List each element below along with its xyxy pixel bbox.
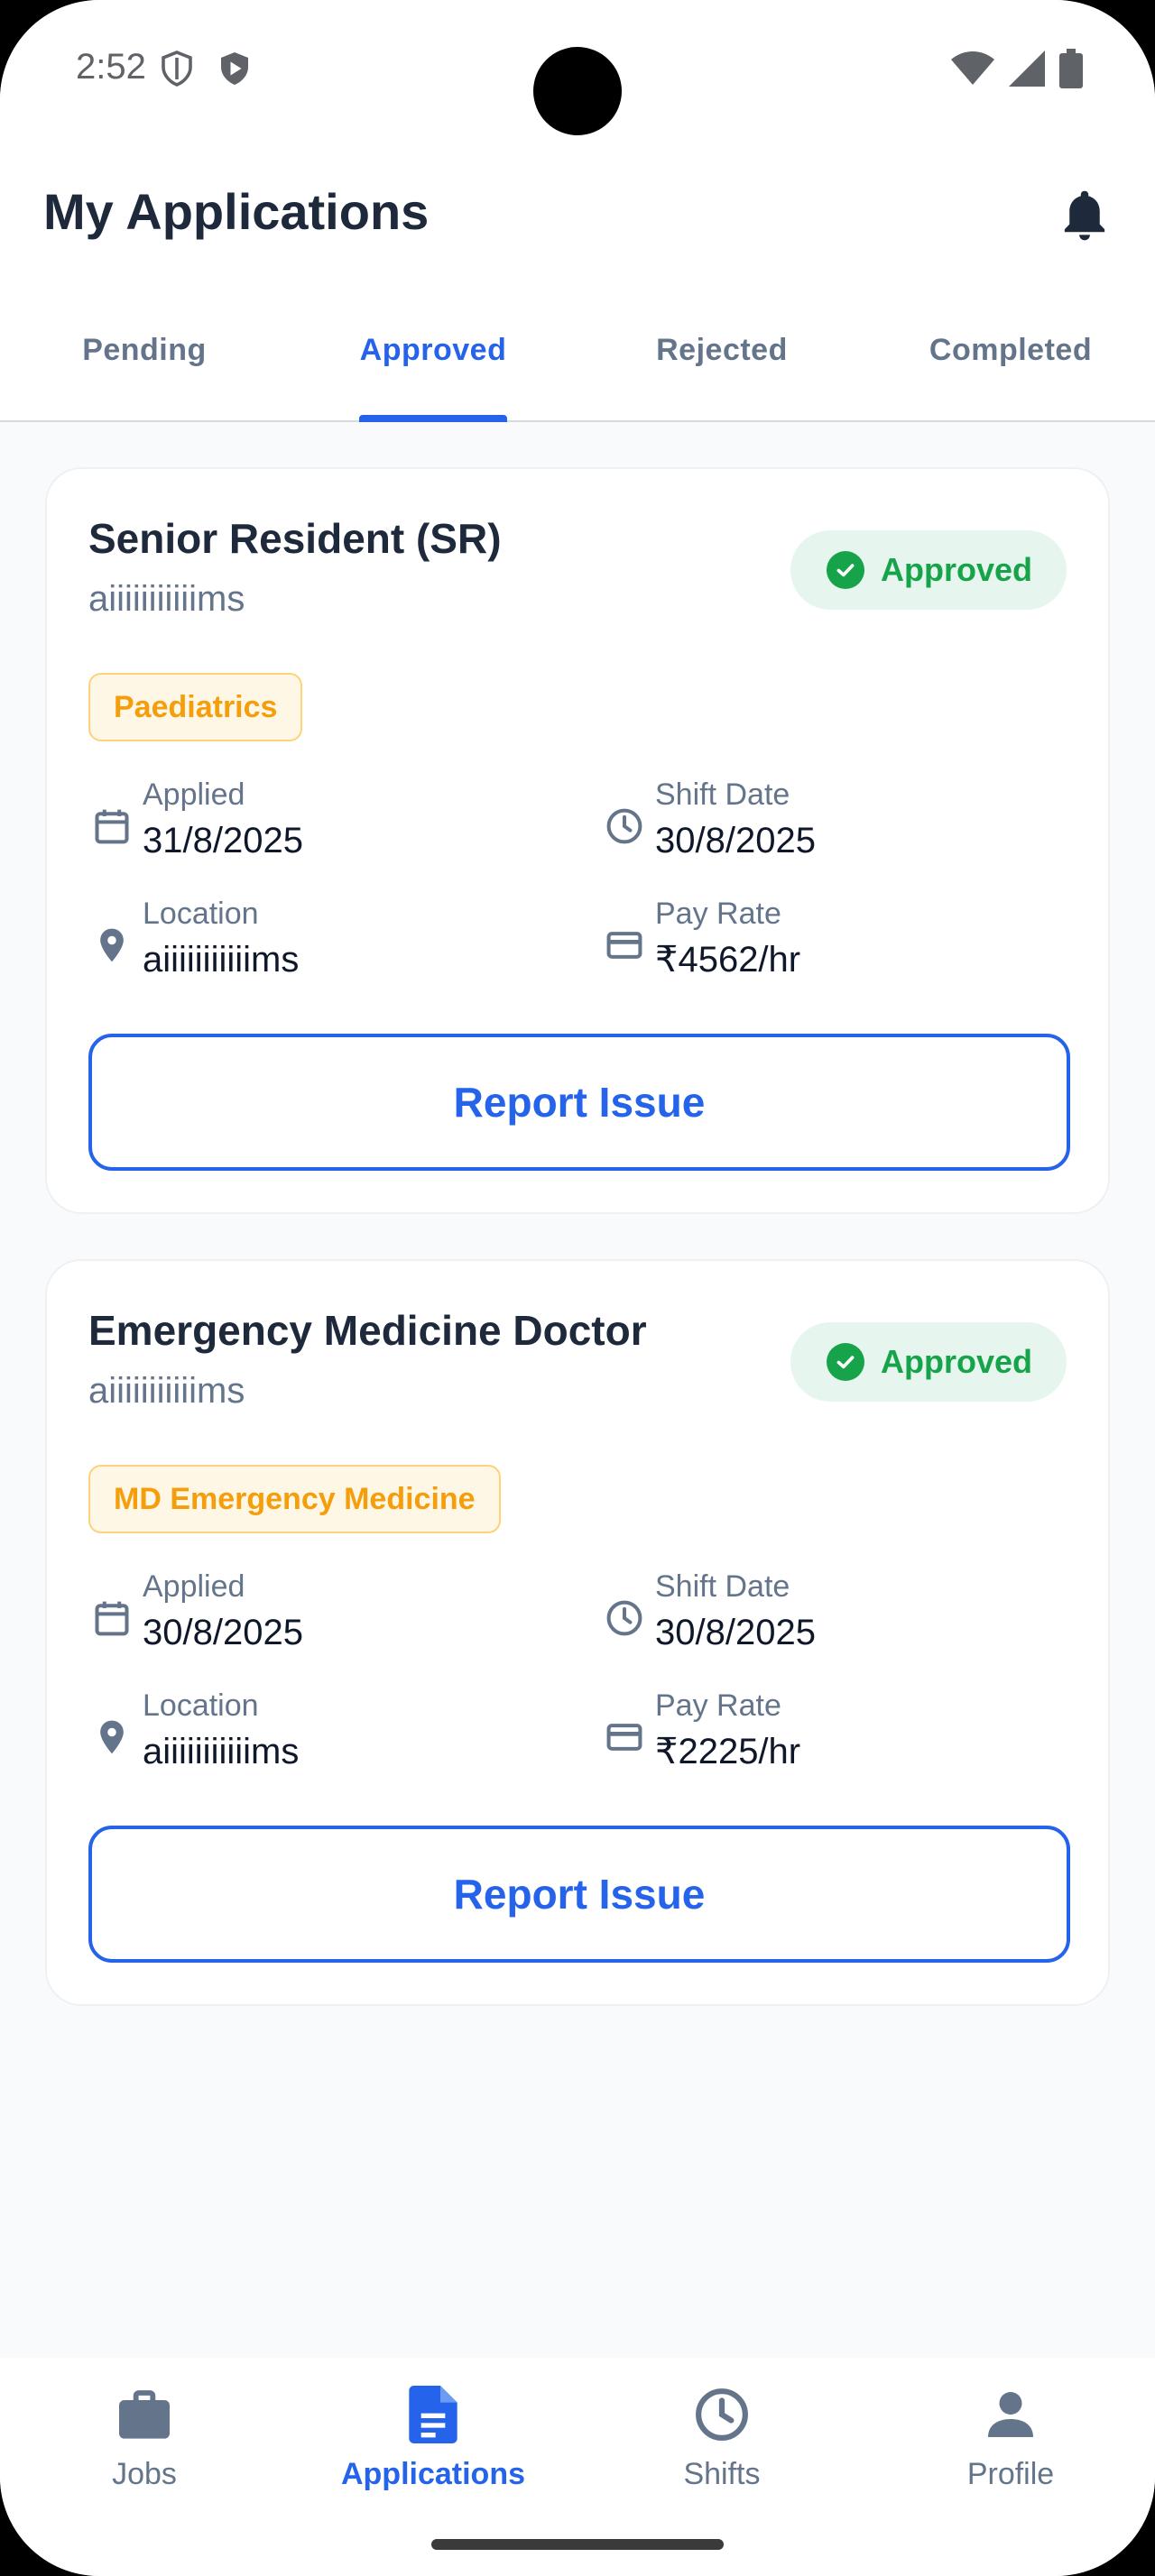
job-title: Emergency Medicine Doctor [88,1307,647,1354]
app-screen: 2:52 My Applications Pending Approved Re… [0,0,1155,2576]
location-pin-icon [88,1714,135,1761]
shift-date-info: Shift Date 30/8/2025 [601,1568,816,1656]
tab-label: Pending [82,332,207,367]
app-header: My Applications [0,144,1155,280]
clock-icon [692,2385,752,2444]
status-badge: Approved [790,1322,1067,1402]
applied-info: Applied 31/8/2025 [88,776,303,864]
shield-icon [162,51,192,87]
location-value: aiiiiiiiiiiims [143,940,300,980]
organization-name: aiiiiiiiiiiims [88,1371,245,1411]
specialty-tag: MD Emergency Medicine [88,1465,501,1533]
status-bar: 2:52 [0,0,1155,144]
nav-label: Jobs [112,2457,177,2491]
tab-pending[interactable]: Pending [0,280,289,420]
specialty-tag: Paediatrics [88,673,303,741]
pay-rate-value: ₹4562/hr [655,940,801,980]
report-issue-button[interactable]: Report Issue [88,1034,1070,1171]
document-icon [403,2385,463,2444]
clock-icon [601,1595,648,1642]
shift-date-label: Shift Date [655,777,790,812]
clock-icon [601,803,648,850]
report-issue-button[interactable]: Report Issue [88,1826,1070,1963]
tab-completed[interactable]: Completed [866,280,1155,420]
calendar-icon [88,803,135,850]
application-card[interactable]: Senior Resident (SR) aiiiiiiiiiiims Appr… [45,467,1110,1214]
check-circle-icon [826,1343,864,1381]
shift-date: 30/8/2025 [655,1613,816,1652]
pay-rate-info: Pay Rate ₹2225/hr [601,1687,800,1775]
applied-date: 30/8/2025 [143,1613,303,1652]
status-time: 2:52 [76,47,146,87]
wifi-icon [951,51,994,85]
credit-card-icon [601,922,648,969]
shift-date-label: Shift Date [655,1569,790,1604]
status-system-icons [951,49,1083,88]
shift-date: 30/8/2025 [655,821,816,860]
application-card[interactable]: Emergency Medicine Doctor aiiiiiiiiiiims… [45,1259,1110,2006]
location-value: aiiiiiiiiiiims [143,1732,300,1771]
applied-label: Applied [143,1569,245,1604]
location-info: Location aiiiiiiiiiiims [88,895,299,983]
battery-icon [1059,49,1083,88]
nav-label: Applications [340,2457,526,2491]
tab-rejected[interactable]: Rejected [578,280,866,420]
shift-date-info: Shift Date 30/8/2025 [601,776,816,864]
status-label: Approved [880,551,1032,588]
status-tabs: Pending Approved Rejected Completed [0,280,1155,422]
nav-jobs[interactable]: Jobs [0,2358,289,2576]
tab-label: Completed [929,332,1093,367]
active-tab-indicator [359,415,507,422]
job-title: Senior Resident (SR) [88,515,502,562]
location-label: Location [143,1688,259,1723]
camera-cutout [533,47,622,135]
tab-label: Approved [359,332,507,367]
signal-icon [1009,51,1045,87]
location-pin-icon [88,922,135,969]
applied-info: Applied 30/8/2025 [88,1568,303,1656]
pay-rate-info: Pay Rate ₹4562/hr [601,895,800,983]
credit-card-icon [601,1714,648,1761]
status-badge: Approved [790,530,1067,610]
page-title: My Applications [43,183,430,240]
check-circle-icon [826,551,864,589]
briefcase-icon [115,2385,174,2444]
nav-label: Profile [966,2457,1055,2491]
location-label: Location [143,897,259,931]
pay-rate-label: Pay Rate [655,897,781,931]
location-info: Location aiiiiiiiiiiims [88,1687,299,1775]
tab-approved[interactable]: Approved [289,280,578,422]
pay-rate-label: Pay Rate [655,1688,781,1723]
calendar-icon [88,1595,135,1642]
status-notification-icons [161,51,251,87]
person-icon [981,2385,1040,2444]
nav-profile[interactable]: Profile [866,2358,1155,2576]
tab-label: Rejected [656,332,788,367]
applied-label: Applied [143,777,245,812]
applied-date: 31/8/2025 [143,821,303,860]
organization-name: aiiiiiiiiiiims [88,579,245,619]
play-shield-icon [221,52,248,85]
pay-rate-value: ₹2225/hr [655,1732,801,1771]
nav-label: Shifts [683,2457,761,2491]
status-label: Approved [880,1343,1032,1380]
home-gesture-bar[interactable] [431,2539,724,2550]
bell-icon[interactable] [1058,188,1112,245]
